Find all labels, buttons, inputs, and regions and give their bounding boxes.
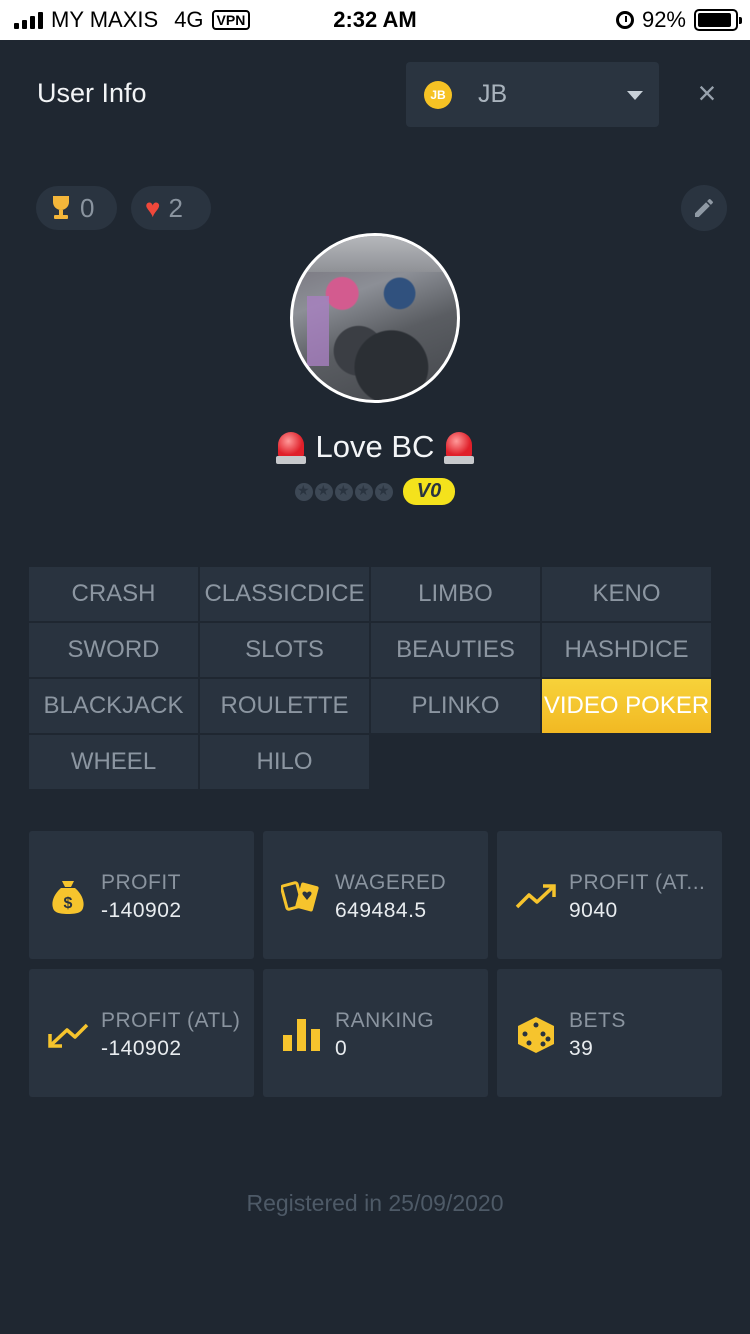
trophy-badge[interactable]: 0 (36, 186, 117, 230)
stat-label: BETS (569, 1009, 626, 1032)
stat-label: PROFIT (AT... (569, 871, 706, 894)
stat-value: 649484.5 (335, 899, 427, 922)
stat-profit-ath: PROFIT (AT... 9040 (497, 831, 722, 959)
bar-chart-icon (283, 1019, 320, 1051)
tab-crash[interactable]: CRASH (29, 567, 198, 621)
star-icon (355, 482, 373, 501)
stat-value: 39 (569, 1037, 594, 1060)
money-bag-icon: $ (52, 881, 84, 914)
star-icon (335, 482, 353, 501)
likes-count: 2 (168, 192, 183, 223)
tab-hashdice[interactable]: HASHDICE (542, 623, 711, 677)
stat-value: 9040 (569, 899, 618, 922)
level-row: V0 (0, 478, 750, 505)
star-icon (375, 482, 393, 501)
stat-value: -140902 (101, 899, 182, 922)
tab-wheel[interactable]: WHEEL (29, 735, 198, 789)
tab-hilo[interactable]: HILO (200, 735, 369, 789)
tab-limbo[interactable]: LIMBO (371, 567, 540, 621)
dice-icon (518, 1017, 554, 1053)
tab-roulette[interactable]: ROULETTE (200, 679, 369, 733)
trend-up-icon (515, 884, 556, 909)
tab-plinko[interactable]: PLINKO (371, 679, 540, 733)
jb-coin-icon: JB (424, 81, 452, 109)
stat-label: WAGERED (335, 871, 447, 894)
chevron-down-icon (627, 91, 643, 100)
stat-value: 0 (335, 1037, 348, 1060)
status-bar: MY MAXIS 4G VPN 2:32 AM 92% (0, 0, 750, 40)
star-icon (295, 482, 313, 501)
siren-emoji-icon (275, 428, 306, 466)
edit-profile-button[interactable] (681, 185, 727, 231)
trophy-icon (50, 196, 72, 220)
stat-bets: BETS 39 (497, 969, 722, 1097)
close-button[interactable]: × (690, 76, 724, 110)
tab-keno[interactable]: KENO (542, 567, 711, 621)
likes-badge[interactable]: ♥ 2 (131, 186, 211, 230)
trophy-count: 0 (80, 192, 95, 223)
tab-video-poker[interactable]: VIDEO POKER (542, 679, 711, 733)
siren-emoji-icon (444, 428, 475, 466)
alarm-icon (615, 11, 634, 29)
pencil-icon (695, 198, 713, 217)
avatar (290, 233, 460, 403)
stat-wagered: WAGERED 649484.5 (263, 831, 488, 959)
currency-select[interactable]: JB JB (406, 62, 659, 127)
stats-grid: $ PROFIT -140902 WAGERED 649484.5 PROFIT… (29, 831, 722, 1097)
registered-date: Registered in 25/09/2020 (246, 1190, 504, 1216)
stat-label: RANKING (335, 1009, 435, 1032)
svg-text:$: $ (64, 895, 73, 912)
tab-blackjack[interactable]: BLACKJACK (29, 679, 198, 733)
tab-slots[interactable]: SLOTS (200, 623, 369, 677)
user-name-row: Love BC (0, 428, 750, 466)
battery-icon (694, 9, 742, 31)
battery-percent: 92% (641, 7, 686, 32)
stat-label: PROFIT (101, 871, 181, 894)
stat-profit: $ PROFIT -140902 (29, 831, 254, 959)
tab-beauties[interactable]: BEAUTIES (371, 623, 540, 677)
vip-stars (295, 482, 393, 501)
stat-value: -140902 (101, 1037, 182, 1060)
user-name: Love BC (315, 429, 435, 464)
status-right: 92% (615, 7, 742, 33)
star-icon (315, 482, 333, 501)
stat-label: PROFIT (ATL) (101, 1009, 241, 1032)
stat-ranking: RANKING 0 (263, 969, 488, 1097)
tab-classicdice[interactable]: CLASSICDICE (200, 567, 369, 621)
page-title: User Info (37, 78, 147, 108)
heart-icon: ♥ (145, 193, 161, 223)
game-tabs: CRASH CLASSICDICE LIMBO KENO SWORD SLOTS… (29, 567, 712, 789)
vip-level-badge: V0 (403, 478, 455, 505)
tab-sword[interactable]: SWORD (29, 623, 198, 677)
stat-profit-atl: PROFIT (ATL) -140902 (29, 969, 254, 1097)
trend-down-icon (48, 1023, 89, 1048)
currency-label: JB (478, 80, 508, 108)
cards-icon (281, 881, 319, 912)
